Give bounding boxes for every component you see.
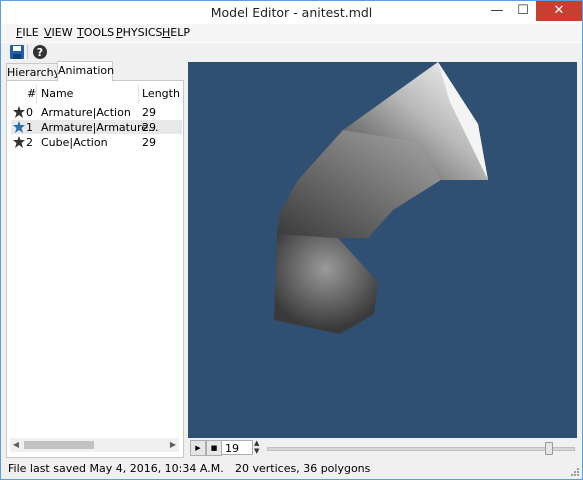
column-header-length[interactable]: Length	[142, 84, 180, 104]
maximize-button[interactable]: ☐	[510, 1, 536, 21]
toolbar: ?	[1, 42, 582, 62]
column-divider[interactable]	[138, 84, 139, 104]
list-horizontal-scrollbar[interactable]: ◀ ▶	[10, 438, 179, 452]
toolbar-separator	[27, 45, 28, 59]
list-item[interactable]: 0 Armature|Action 29	[11, 105, 182, 119]
animation-star-icon	[13, 106, 25, 118]
animation-list[interactable]: # Name Length 0 Armature|Action 29 1 Arm…	[11, 84, 182, 440]
animation-star-icon	[13, 121, 25, 133]
menu-physics[interactable]: PHYSICS	[116, 26, 163, 39]
resize-grip-icon[interactable]	[570, 467, 580, 477]
spin-up-icon[interactable]: ▲	[254, 440, 259, 447]
svg-text:?: ?	[37, 46, 43, 59]
status-geometry: 20 vertices, 36 polygons	[235, 462, 371, 475]
menu-view[interactable]: VIEW	[44, 26, 73, 39]
minimize-button[interactable]: —	[484, 1, 510, 21]
list-item[interactable]: 2 Cube|Action 29	[11, 135, 182, 149]
playback-controls: ▶ ■ 19 ▲ ▼	[188, 439, 578, 457]
title-bar[interactable]: Model Editor - anitest.mdl — ☐ ✕	[1, 1, 582, 24]
row-index: 0	[26, 106, 33, 119]
row-index: 2	[26, 136, 33, 149]
row-name: Cube|Action	[41, 136, 108, 149]
menu-help[interactable]: HELP	[162, 26, 190, 39]
scrollbar-thumb[interactable]	[24, 441, 94, 449]
scroll-left-arrow-icon[interactable]: ◀	[10, 438, 22, 452]
main-window: Model Editor - anitest.mdl — ☐ ✕ FILE VI…	[0, 0, 583, 480]
stop-button[interactable]: ■	[206, 440, 222, 456]
row-length: 29	[142, 121, 156, 134]
row-name: Armature|Action	[41, 106, 131, 119]
menu-file[interactable]: FILE	[16, 26, 39, 39]
play-button[interactable]: ▶	[190, 440, 206, 456]
3d-viewport[interactable]	[188, 62, 577, 438]
help-icon[interactable]: ?	[32, 44, 48, 60]
menu-tools[interactable]: TOOLS	[77, 26, 114, 39]
spin-down-icon[interactable]: ▼	[254, 448, 259, 455]
frame-input[interactable]: 19	[221, 440, 253, 455]
scroll-right-arrow-icon[interactable]: ▶	[167, 438, 179, 452]
list-item[interactable]: 1 Armature|Armature... 29	[11, 120, 182, 134]
status-saved: File last saved May 4, 2016, 10:34 A.M.	[8, 462, 224, 475]
timeline-slider[interactable]	[267, 447, 575, 451]
column-divider[interactable]	[36, 84, 37, 104]
row-length: 29	[142, 136, 156, 149]
menu-bar: FILE VIEW TOOLS PHYSICS HELP	[1, 24, 582, 42]
save-icon[interactable]	[9, 44, 25, 60]
row-index: 1	[26, 121, 33, 134]
close-button[interactable]: ✕	[536, 1, 582, 21]
row-name: Armature|Armature...	[41, 121, 159, 134]
column-header-index[interactable]: #	[27, 84, 36, 104]
column-header-name[interactable]: Name	[41, 84, 73, 104]
model-mesh	[274, 62, 488, 334]
animation-panel: # Name Length 0 Armature|Action 29 1 Arm…	[6, 80, 184, 458]
tab-animation[interactable]: Animation	[57, 61, 114, 82]
status-bar: File last saved May 4, 2016, 10:34 A.M. …	[1, 458, 582, 479]
row-length: 29	[142, 106, 156, 119]
timeline-slider-thumb[interactable]	[544, 442, 553, 455]
animation-star-icon	[13, 136, 25, 148]
